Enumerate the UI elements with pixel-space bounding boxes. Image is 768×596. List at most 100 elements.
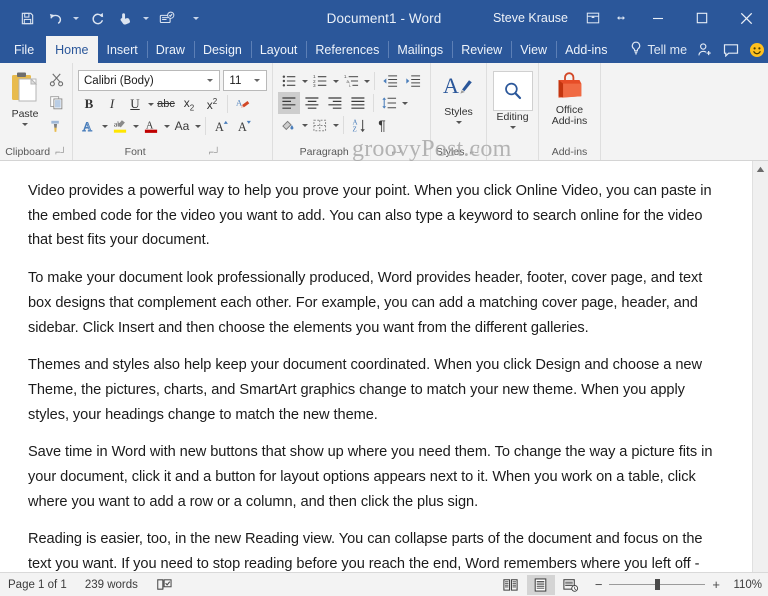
shading-icon[interactable] xyxy=(278,114,300,136)
undo-dropdown-icon[interactable] xyxy=(70,5,82,31)
text-highlight-color-icon[interactable]: ab xyxy=(109,115,131,137)
paste-button[interactable]: Paste xyxy=(5,68,45,126)
underline-button[interactable]: U xyxy=(124,93,146,115)
clipboard-dialog-launcher-icon[interactable]: ⌐┘ xyxy=(55,147,67,157)
redo-icon[interactable] xyxy=(84,5,110,31)
zoom-out-button[interactable]: − xyxy=(595,578,603,591)
tab-home[interactable]: Home xyxy=(46,36,98,63)
print-layout-button[interactable] xyxy=(526,574,555,595)
customize-quick-access-toolbar-icon[interactable] xyxy=(190,5,202,31)
read-mode-button[interactable] xyxy=(497,575,525,595)
sort-icon[interactable]: AZ xyxy=(348,114,370,136)
word-count[interactable]: 239 words xyxy=(85,579,138,591)
multilevel-list-icon[interactable]: 1. a. i. xyxy=(340,70,362,92)
tell-me-search[interactable]: Tell me xyxy=(616,36,697,63)
tab-view[interactable]: View xyxy=(511,36,556,63)
text-effects-dropdown-icon[interactable] xyxy=(102,124,108,128)
italic-button[interactable]: I xyxy=(101,93,123,115)
touch-mouse-mode-dropdown-icon[interactable] xyxy=(140,5,152,31)
editing-dropdown-arrow-icon[interactable] xyxy=(509,126,516,129)
copy-icon[interactable] xyxy=(45,91,67,113)
numbering-dropdown-icon[interactable] xyxy=(333,79,339,83)
numbering-icon[interactable]: 123 xyxy=(309,70,331,92)
tab-insert[interactable]: Insert xyxy=(98,36,147,63)
font-color-icon[interactable]: A xyxy=(140,115,162,137)
feedback-smiley-icon[interactable] xyxy=(749,42,765,58)
align-right-button[interactable] xyxy=(324,92,346,114)
tab-layout[interactable]: Layout xyxy=(250,36,307,63)
cut-scissors-icon[interactable] xyxy=(45,68,67,90)
page-indicator[interactable]: Page 1 of 1 xyxy=(8,579,67,591)
format-painter-icon[interactable] xyxy=(45,114,67,136)
font-size-dropdown-icon[interactable] xyxy=(254,79,260,82)
strikethrough-button[interactable]: abc xyxy=(155,93,177,115)
minimize-button[interactable] xyxy=(636,0,680,36)
font-color-dropdown-icon[interactable] xyxy=(164,124,170,128)
text-highlight-color-dropdown-icon[interactable] xyxy=(133,124,139,128)
touch-mouse-mode-icon[interactable] xyxy=(112,5,138,31)
text-effects-icon[interactable]: A xyxy=(78,115,100,137)
collapse-ribbon-icon[interactable] xyxy=(608,5,634,31)
multilevel-list-dropdown-icon[interactable] xyxy=(364,79,370,83)
comments-icon[interactable] xyxy=(723,43,739,57)
borders-dropdown-icon[interactable] xyxy=(333,123,339,127)
web-layout-button[interactable] xyxy=(557,575,585,595)
save-icon[interactable] xyxy=(14,5,40,31)
account-user-name[interactable]: Steve Krause xyxy=(493,11,568,25)
change-case-dropdown-icon[interactable] xyxy=(195,124,201,128)
tab-references[interactable]: References xyxy=(306,36,388,63)
increase-indent-icon[interactable] xyxy=(402,70,424,92)
spelling-grammar-icon[interactable] xyxy=(154,5,180,31)
tab-addins[interactable]: Add-ins xyxy=(556,36,616,63)
undo-icon[interactable] xyxy=(42,5,68,31)
zoom-slider[interactable]: − + xyxy=(595,578,720,591)
show-formatting-marks-icon[interactable]: ¶ xyxy=(371,114,393,136)
scrollbar-thumb[interactable] xyxy=(752,178,768,572)
change-case-icon[interactable]: Aa xyxy=(171,115,193,137)
align-left-button[interactable] xyxy=(278,92,300,114)
line-spacing-icon[interactable] xyxy=(378,92,400,114)
tab-mailings[interactable]: Mailings xyxy=(388,36,452,63)
zoom-in-button[interactable]: + xyxy=(712,578,720,591)
proofing-errors-icon[interactable] xyxy=(156,577,173,592)
font-name-dropdown-icon[interactable] xyxy=(207,79,214,82)
font-size-combobox[interactable]: 11 xyxy=(223,70,267,91)
maximize-button[interactable] xyxy=(680,0,724,36)
justify-button[interactable] xyxy=(347,92,369,114)
borders-icon[interactable] xyxy=(309,114,331,136)
align-center-button[interactable] xyxy=(301,92,323,114)
document-page[interactable]: Video provides a powerful way to help yo… xyxy=(0,161,752,572)
bullets-dropdown-icon[interactable] xyxy=(302,79,308,83)
tab-file[interactable]: File xyxy=(0,36,46,63)
vertical-scrollbar[interactable] xyxy=(752,161,768,572)
styles-button[interactable]: A Styles xyxy=(436,68,481,124)
tab-review[interactable]: Review xyxy=(452,36,511,63)
line-spacing-dropdown-icon[interactable] xyxy=(402,101,408,105)
close-button[interactable] xyxy=(724,0,768,36)
paste-dropdown-arrow-icon[interactable] xyxy=(22,123,28,126)
zoom-level-value[interactable]: 110% xyxy=(728,579,762,591)
tab-design[interactable]: Design xyxy=(193,36,251,63)
styles-dialog-launcher-icon[interactable]: ⌐┘ xyxy=(469,147,481,157)
bold-button[interactable]: B xyxy=(78,93,100,115)
shading-dropdown-icon[interactable] xyxy=(302,123,308,127)
superscript-button[interactable]: x2 xyxy=(201,93,223,115)
zoom-slider-track[interactable] xyxy=(609,579,706,590)
bullets-icon[interactable] xyxy=(278,70,300,92)
grow-font-icon[interactable]: A xyxy=(210,115,232,137)
zoom-slider-thumb[interactable] xyxy=(655,579,661,590)
share-icon[interactable] xyxy=(697,42,713,57)
scroll-up-arrow-icon[interactable] xyxy=(752,161,768,178)
decrease-indent-icon[interactable] xyxy=(379,70,401,92)
editing-button[interactable]: Editing xyxy=(492,68,533,129)
font-name-combobox[interactable]: Calibri (Body) xyxy=(78,70,221,91)
clear-formatting-icon[interactable]: A xyxy=(232,93,254,115)
subscript-button[interactable]: x2 xyxy=(178,93,200,115)
office-addins-button[interactable]: Office Add-ins xyxy=(544,68,595,127)
ribbon-display-options-icon[interactable] xyxy=(580,5,606,31)
tab-draw[interactable]: Draw xyxy=(146,36,194,63)
paragraph-dialog-launcher-icon[interactable]: ⌐┘ xyxy=(392,147,404,157)
shrink-font-icon[interactable]: A xyxy=(233,115,255,137)
font-dialog-launcher-icon[interactable]: ⌐┘ xyxy=(209,147,221,157)
underline-dropdown-icon[interactable] xyxy=(148,102,154,106)
